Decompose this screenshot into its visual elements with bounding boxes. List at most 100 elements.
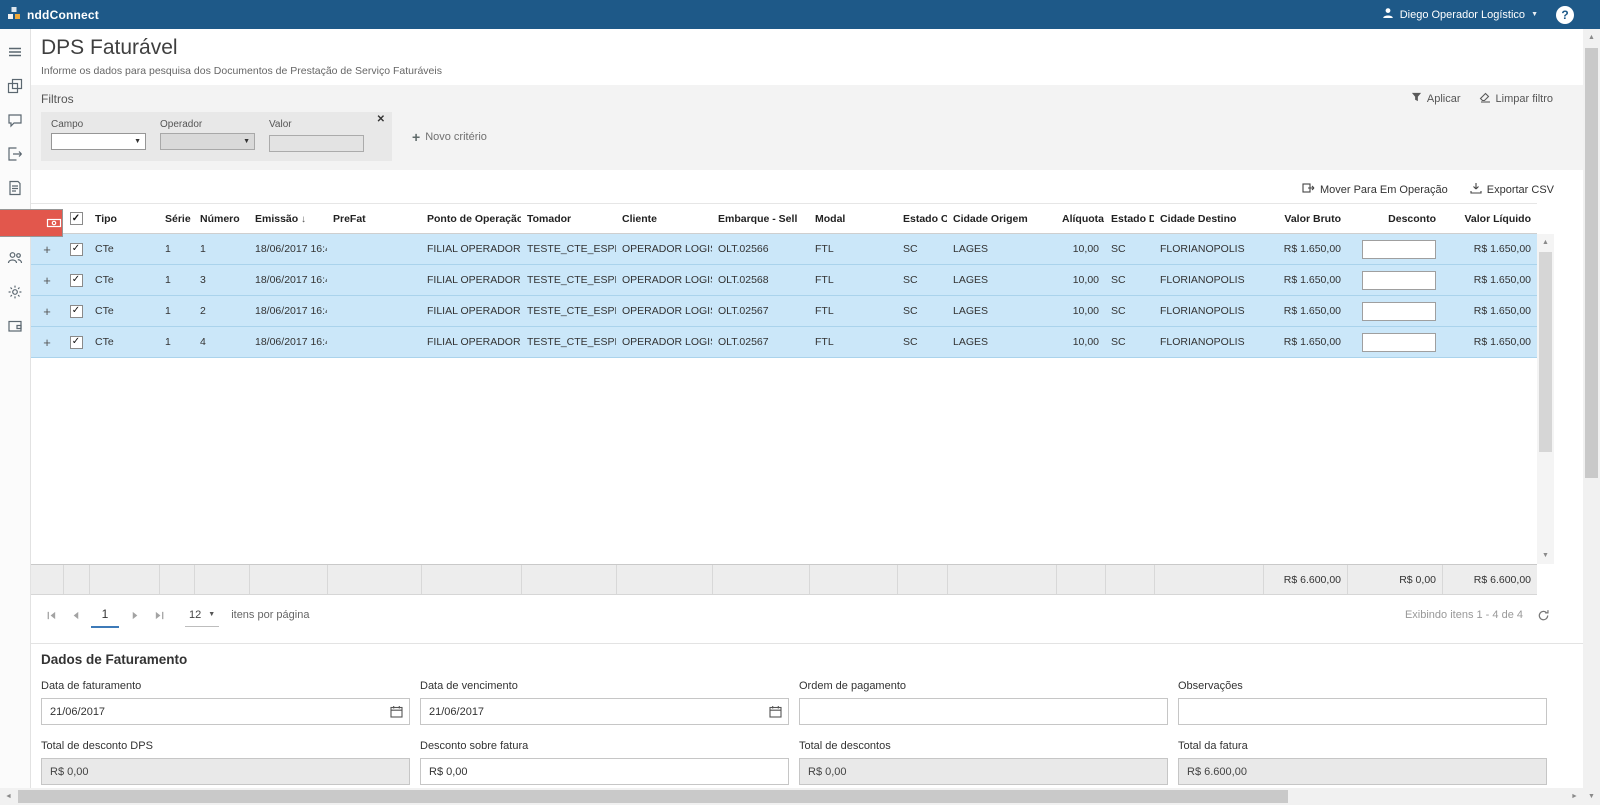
sidebar-item-network[interactable]: [0, 73, 31, 99]
column-header-estado_d[interactable]: Estado D...: [1105, 204, 1154, 233]
row-checkbox[interactable]: ✓: [70, 305, 83, 318]
field-select[interactable]: ▼: [51, 133, 146, 150]
scroll-down-arrow[interactable]: ▼: [1583, 788, 1600, 805]
column-header-embarque[interactable]: Embarque - Sell: [712, 204, 809, 233]
checkbox-cell[interactable]: ✓: [63, 265, 89, 295]
cell-valor_liquido: R$ 1.650,00: [1442, 265, 1537, 295]
vertical-scrollbar-thumb[interactable]: [1585, 48, 1598, 478]
sidebar-item-billing[interactable]: [0, 209, 63, 237]
current-page-button[interactable]: 1: [91, 602, 119, 628]
clear-filter-button[interactable]: Limpar filtro: [1479, 91, 1553, 106]
row-checkbox[interactable]: ✓: [70, 336, 83, 349]
row-checkbox[interactable]: ✓: [70, 274, 83, 287]
scroll-up-arrow[interactable]: ▲: [1583, 29, 1600, 46]
brand[interactable]: nddConnect: [0, 7, 99, 23]
sidebar-item-wallet[interactable]: [0, 313, 31, 339]
column-header-numero[interactable]: Número: [194, 204, 249, 233]
calendar-icon[interactable]: [390, 705, 403, 723]
payment-order-input[interactable]: [799, 698, 1168, 725]
expander-cell[interactable]: +: [31, 265, 63, 295]
row-expand-button[interactable]: +: [43, 243, 51, 256]
page-title: DPS Faturável: [41, 36, 1573, 60]
cell-estado_d: SC: [1105, 234, 1154, 264]
first-page-button[interactable]: [39, 603, 63, 627]
expander-cell[interactable]: +: [31, 296, 63, 326]
horizontal-scrollbar-thumb[interactable]: [18, 790, 1288, 803]
column-header-aliquota[interactable]: Alíquota (%): [1056, 204, 1105, 233]
refresh-icon[interactable]: [1537, 609, 1550, 622]
column-header-desconto[interactable]: Desconto: [1347, 204, 1442, 233]
sidebar-item-users[interactable]: [0, 245, 31, 271]
table-row[interactable]: +✓CTe1218/06/2017 16:48FILIAL OPERADOR D…: [31, 296, 1537, 327]
cell-desconto[interactable]: [1347, 234, 1442, 264]
due-date-input[interactable]: [420, 698, 789, 725]
expander-cell[interactable]: +: [31, 234, 63, 264]
prev-page-button[interactable]: [63, 603, 87, 627]
calendar-icon[interactable]: [769, 705, 782, 723]
column-header-cliente[interactable]: Cliente: [616, 204, 712, 233]
row-checkbox[interactable]: ✓: [70, 243, 83, 256]
desconto-input[interactable]: [1362, 271, 1436, 290]
sidebar-item-settings[interactable]: [0, 279, 31, 305]
cell-desconto[interactable]: [1347, 265, 1442, 295]
cell-desconto[interactable]: [1347, 296, 1442, 326]
row-expand-button[interactable]: +: [43, 305, 51, 318]
billing-date-input[interactable]: [41, 698, 410, 725]
column-header-cidade_destino[interactable]: Cidade Destino: [1154, 204, 1263, 233]
column-header-prefat[interactable]: PreFat: [327, 204, 421, 233]
move-to-operation-button[interactable]: Mover Para Em Operação: [1302, 182, 1448, 197]
table-row[interactable]: +✓CTe1118/06/2017 16:48FILIAL OPERADOR D…: [31, 234, 1537, 265]
table-scrollbar[interactable]: ▲ ▼: [1537, 234, 1554, 564]
help-button[interactable]: ?: [1556, 6, 1574, 24]
field-label: Data de vencimento: [420, 680, 789, 692]
table-row[interactable]: +✓CTe1418/06/2017 16:48FILIAL OPERADOR D…: [31, 327, 1537, 358]
checkbox-cell[interactable]: ✓: [63, 296, 89, 326]
desconto-input[interactable]: [1362, 240, 1436, 259]
remove-criterion-button[interactable]: ✕: [377, 114, 385, 125]
column-header-valor_bruto[interactable]: Valor Bruto: [1263, 204, 1347, 233]
column-header-tipo[interactable]: Tipo: [89, 204, 159, 233]
column-header-serie[interactable]: Série: [159, 204, 194, 233]
scroll-left-arrow[interactable]: ◄: [0, 788, 17, 805]
column-header-valor_liquido[interactable]: Valor Líquido: [1442, 204, 1537, 233]
cell-desconto[interactable]: [1347, 327, 1442, 357]
hamburger-menu-icon[interactable]: [0, 39, 31, 65]
checkbox-cell[interactable]: ✓: [63, 234, 89, 264]
next-page-button[interactable]: [123, 603, 147, 627]
sidebar-item-logout[interactable]: [0, 141, 31, 167]
scroll-right-arrow[interactable]: ►: [1566, 788, 1583, 805]
desconto-input[interactable]: [1362, 333, 1436, 352]
column-header-modal[interactable]: Modal: [809, 204, 897, 233]
cell-estado_o: SC: [897, 265, 947, 295]
apply-filter-button[interactable]: Aplicar: [1411, 91, 1461, 106]
row-expand-button[interactable]: +: [43, 274, 51, 287]
last-page-button[interactable]: [147, 603, 171, 627]
table-row[interactable]: +✓CTe1318/06/2017 16:48FILIAL OPERADOR D…: [31, 265, 1537, 296]
value-input[interactable]: [269, 135, 364, 152]
column-header-ponto[interactable]: Ponto de Operação: [421, 204, 521, 233]
column-header-cidade_origem[interactable]: Cidade Origem: [947, 204, 1056, 233]
expander-cell[interactable]: +: [31, 327, 63, 357]
operator-select[interactable]: ▼: [160, 133, 255, 150]
scroll-up-arrow[interactable]: ▲: [1537, 234, 1554, 251]
sidebar-item-chat[interactable]: [0, 107, 31, 133]
observations-input[interactable]: [1178, 698, 1547, 725]
invoice-discount-input[interactable]: [420, 758, 789, 785]
column-header-emissao[interactable]: Emissão ↓: [249, 204, 327, 233]
select-all-checkbox[interactable]: ✓: [70, 212, 83, 225]
user-menu[interactable]: Diego Operador Logístico ▼: [1382, 7, 1538, 22]
column-header-tomador[interactable]: Tomador: [521, 204, 616, 233]
page-size-select[interactable]: 12 ▼: [185, 603, 219, 627]
sidebar-item-documents[interactable]: [0, 175, 31, 201]
billing-field: Ordem de pagamento: [799, 680, 1168, 725]
page-horizontal-scrollbar[interactable]: ◄ ►: [0, 788, 1583, 805]
table-scrollbar-thumb[interactable]: [1539, 252, 1552, 452]
desconto-input[interactable]: [1362, 302, 1436, 321]
scroll-down-arrow[interactable]: ▼: [1537, 547, 1554, 564]
column-header-estado_o[interactable]: Estado O...: [897, 204, 947, 233]
checkbox-cell[interactable]: ✓: [63, 327, 89, 357]
export-csv-button[interactable]: Exportar CSV: [1470, 182, 1554, 197]
row-expand-button[interactable]: +: [43, 336, 51, 349]
new-criterion-button[interactable]: + Novo critério: [412, 130, 487, 144]
page-vertical-scrollbar[interactable]: ▲ ▼: [1583, 29, 1600, 805]
